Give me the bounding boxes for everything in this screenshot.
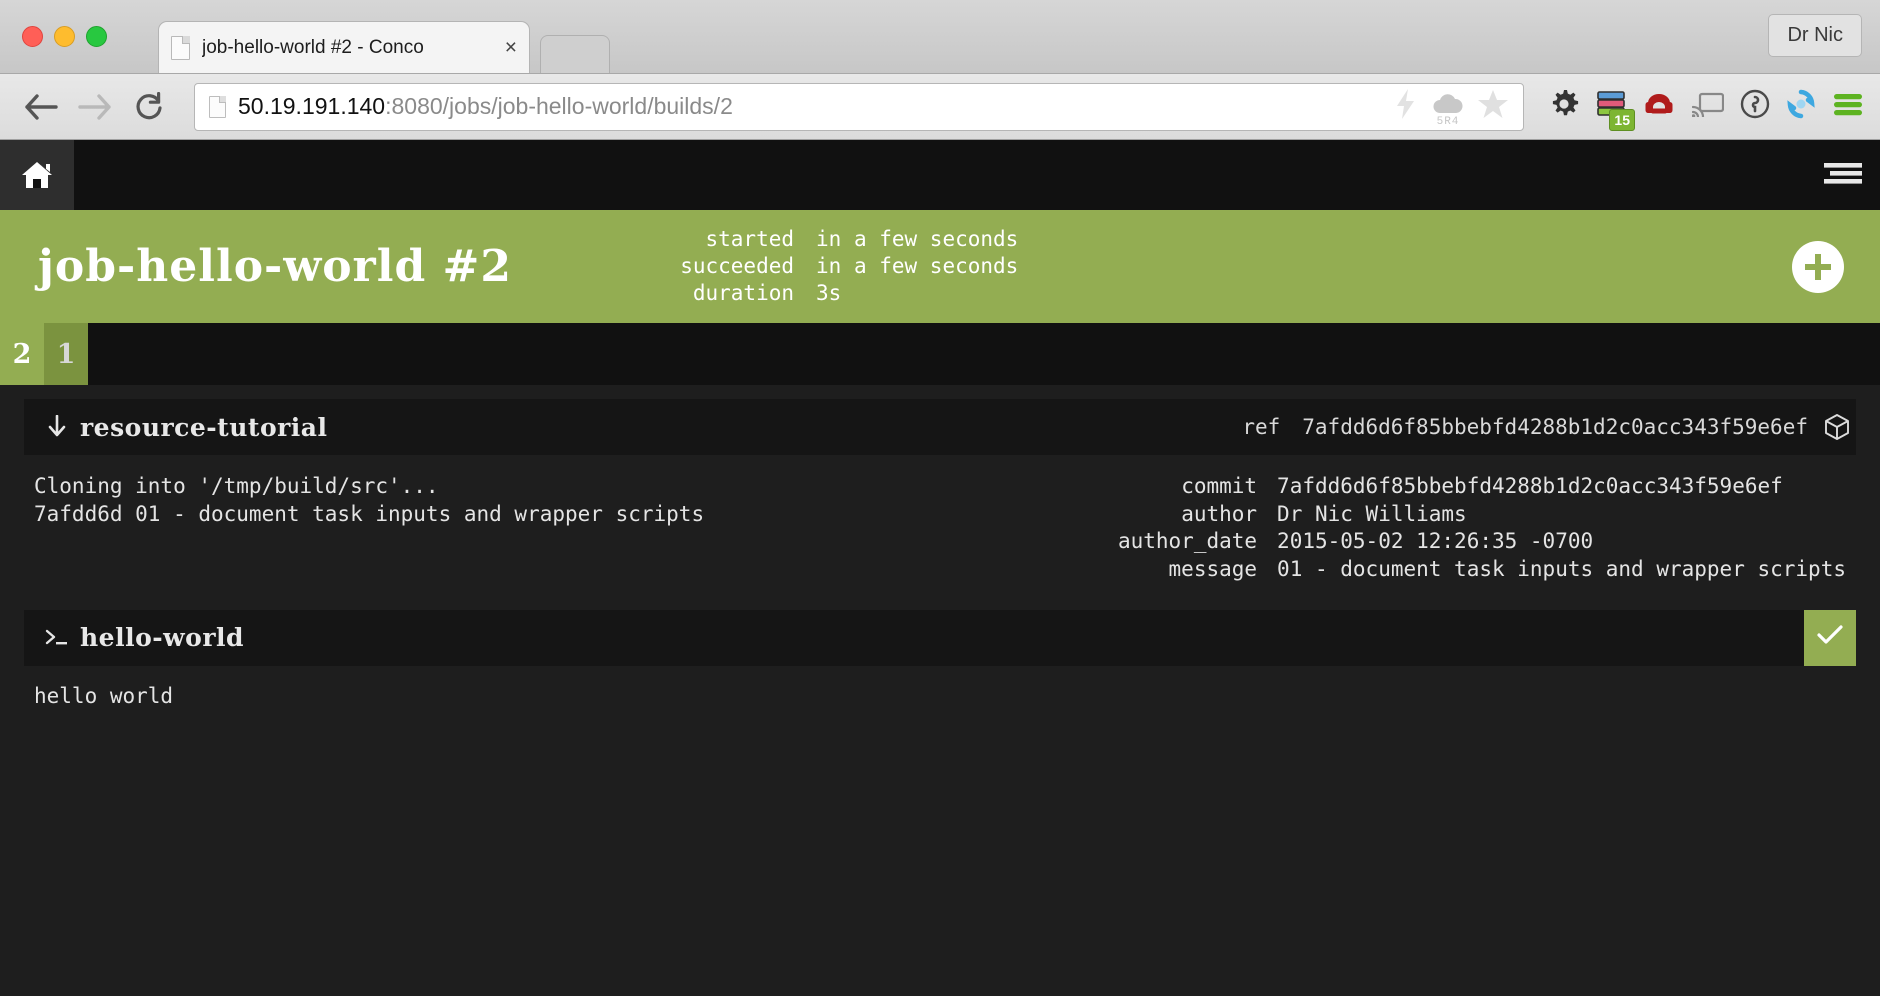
check-icon <box>1817 625 1843 650</box>
ref-value: 7afdd6d6f85bbebfd4288b1d2c0acc343f59e6ef <box>1302 415 1808 439</box>
page-icon <box>209 95 226 118</box>
build-meta-row: duration 3s <box>574 280 1018 307</box>
step-log: Cloning into '/tmp/build/src'... 7afdd6d… <box>34 474 705 526</box>
cast-icon[interactable] <box>1691 91 1725 122</box>
step-header[interactable]: hello-world <box>24 609 1856 666</box>
step-output: hello world <box>34 683 174 708</box>
build-tab-1[interactable]: 1 <box>44 323 88 385</box>
build-tabs: 2 1 <box>0 323 1880 385</box>
browser-tab[interactable]: job-hello-world #2 - Conco × <box>158 21 530 73</box>
address-bar-url: 50.19.191.140:8080/jobs/job-hello-world/… <box>238 93 1393 120</box>
plus-icon[interactable] <box>1792 240 1844 293</box>
step-hello-world: hello-world hello world <box>24 609 1856 708</box>
build-header: job-hello-world #2 started in a few seco… <box>0 210 1880 323</box>
build-meta-value: in a few seconds <box>816 254 1019 279</box>
browser-extension-bar: 15 <box>1540 88 1864 131</box>
build-meta-key: duration <box>692 280 795 305</box>
build-meta-key: succeeded <box>680 254 795 279</box>
build-meta-value: in a few seconds <box>816 227 1019 252</box>
list-menu-icon[interactable] <box>1806 140 1880 210</box>
gear-icon[interactable] <box>1548 88 1580 125</box>
metadata-value: 01 - document task inputs and wrapper sc… <box>1277 557 1846 582</box>
metadata-key: commit <box>1181 474 1258 498</box>
browser-profile-button[interactable]: Dr Nic <box>1768 14 1862 57</box>
pocket-armchair-icon[interactable] <box>1642 89 1676 124</box>
cloud-icon-label: 5R4 <box>1436 116 1460 128</box>
onepassword-icon[interactable] <box>1740 89 1770 124</box>
build-meta-key: started <box>705 227 795 252</box>
page-icon <box>171 35 190 60</box>
terminal-prompt-icon <box>42 627 72 649</box>
browser-toolbar: 50.19.191.140:8080/jobs/job-hello-world/… <box>0 74 1880 140</box>
address-bar[interactable]: 50.19.191.140:8080/jobs/job-hello-world/… <box>194 82 1524 131</box>
browser-tabstrip: job-hello-world #2 - Conco × Dr Nic <box>0 0 1880 74</box>
metadata-row: author Dr Nic Williams <box>1067 501 1846 529</box>
metadata-value: 2015-05-02 12:26:35 -0700 <box>1277 529 1594 554</box>
tab-stack-icon[interactable]: 15 <box>1596 89 1635 131</box>
browser-tab-title: job-hello-world #2 - Conco <box>202 36 424 58</box>
new-tab-button[interactable] <box>540 35 610 73</box>
tab-stack-badge: 15 <box>1609 109 1635 131</box>
build-metadata: started in a few seconds succeeded in a … <box>574 226 1018 307</box>
star-icon[interactable] <box>1477 88 1509 125</box>
status-badge <box>1804 609 1856 666</box>
cube-icon[interactable] <box>1824 413 1856 441</box>
step-metadata: commit 7afdd6d6f85bbebfd4288b1d2c0acc343… <box>1067 473 1856 584</box>
metadata-value: Dr Nic Williams <box>1277 501 1467 526</box>
window-traffic-lights <box>22 26 107 47</box>
page-title: job-hello-world #2 <box>38 241 513 292</box>
url-path: :8080/jobs/job-hello-world/builds/2 <box>385 93 733 119</box>
metadata-key: author_date <box>1117 529 1258 554</box>
url-host: 50.19.191.140 <box>238 93 386 119</box>
build-meta-row: succeeded in a few seconds <box>574 253 1018 280</box>
omnibox-action-icons: 5R4 <box>1393 88 1509 128</box>
step-body: Cloning into '/tmp/build/src'... 7afdd6d… <box>24 455 1856 606</box>
build-tab-2[interactable]: 2 <box>0 323 44 385</box>
app-topbar <box>0 140 1880 210</box>
metadata-key: author <box>1181 501 1258 526</box>
forward-arrow-icon <box>70 82 120 132</box>
metadata-row: commit 7afdd6d6f85bbebfd4288b1d2c0acc343… <box>1067 473 1846 501</box>
build-steps: resource-tutorial ref 7afdd6d6f85bbebfd4… <box>0 385 1880 996</box>
close-icon[interactable]: × <box>505 37 517 58</box>
metadata-row: author_date 2015-05-02 12:26:35 -0700 <box>1067 528 1846 556</box>
step-resource-tutorial: resource-tutorial ref 7afdd6d6f85bbebfd4… <box>24 399 1856 606</box>
download-arrow-icon <box>42 415 72 439</box>
step-header[interactable]: resource-tutorial ref 7afdd6d6f85bbebfd4… <box>24 399 1856 455</box>
ref-label: ref <box>1242 415 1281 439</box>
build-meta-value: 3s <box>816 280 842 305</box>
cloud-icon[interactable]: 5R4 <box>1431 88 1465 128</box>
concourse-app: job-hello-world #2 started in a few seco… <box>0 140 1880 996</box>
browser-window: job-hello-world #2 - Conco × Dr Nic 50.1… <box>0 0 1880 996</box>
metadata-row: message 01 - document task inputs and wr… <box>1067 556 1846 584</box>
close-window-button[interactable] <box>22 26 43 47</box>
home-icon[interactable] <box>0 140 74 210</box>
metadata-key: message <box>1168 557 1258 582</box>
step-name: hello-world <box>80 623 244 653</box>
step-version-info: ref 7afdd6d6f85bbebfd4288b1d2c0acc343f59… <box>1242 415 1824 439</box>
back-arrow-icon[interactable] <box>16 82 66 132</box>
minimize-window-button[interactable] <box>54 26 75 47</box>
build-meta-row: started in a few seconds <box>574 226 1019 253</box>
lightning-icon[interactable] <box>1393 88 1419 125</box>
step-name: resource-tutorial <box>80 412 328 442</box>
sync-refresh-icon[interactable] <box>1786 89 1816 124</box>
hamburger-menu-icon[interactable] <box>1832 90 1864 123</box>
reload-icon[interactable] <box>124 82 174 132</box>
metadata-value: 7afdd6d6f85bbebfd4288b1d2c0acc343f59e6ef <box>1277 474 1783 498</box>
maximize-window-button[interactable] <box>86 26 107 47</box>
